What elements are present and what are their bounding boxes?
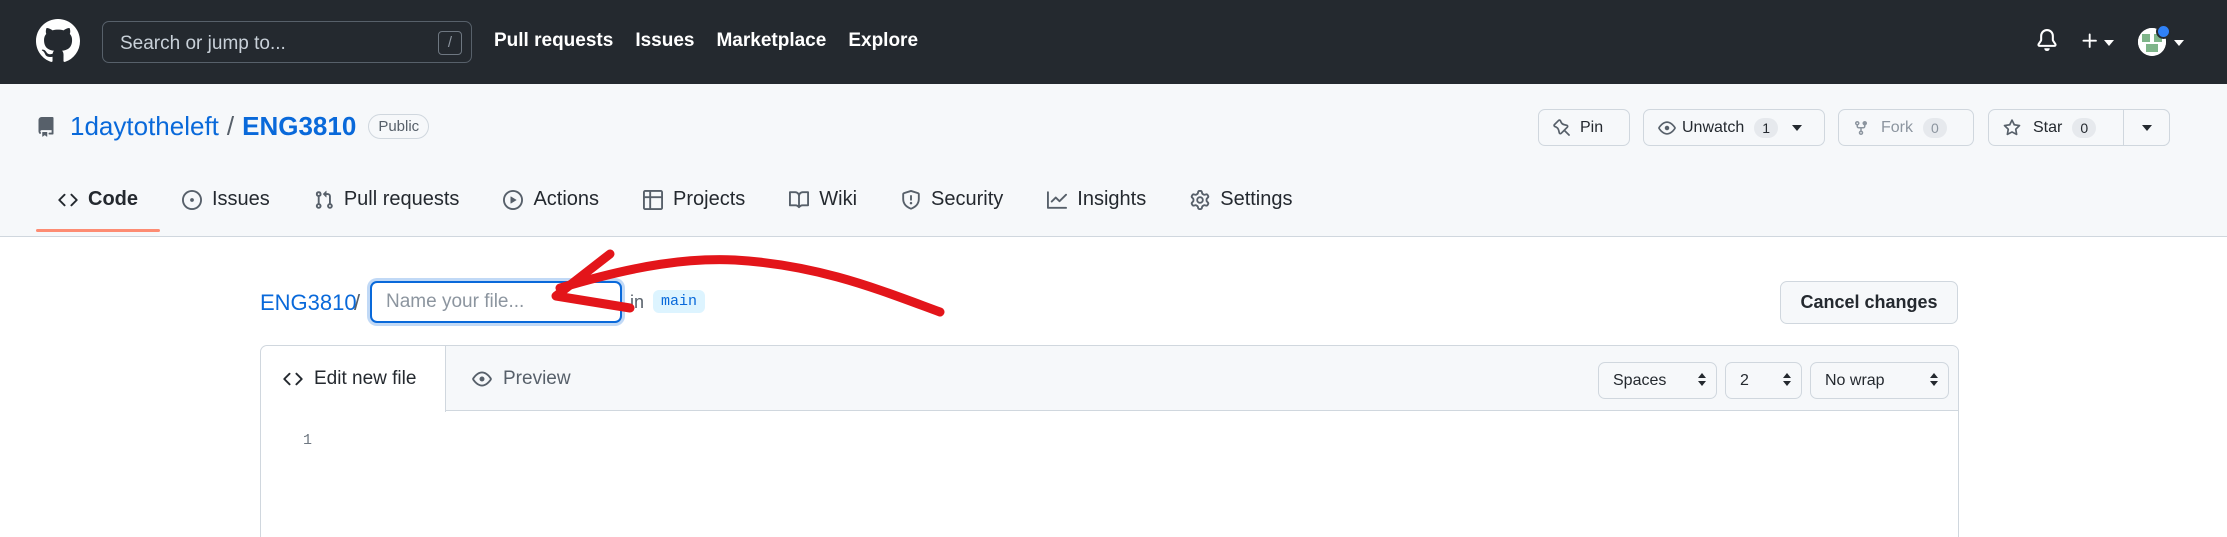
issue-icon [182,189,202,210]
user-menu-caret-icon[interactable] [2174,40,2184,46]
breadcrumb-separator: / [354,290,361,315]
tab-security-label: Security [931,188,1004,210]
tab-issues[interactable]: Issues [160,182,292,231]
watchers-count: 1 [1754,117,1779,138]
repo-tabs: Code Issues Pull requests Actions Projec… [36,182,1315,232]
tab-edit-new-file[interactable]: Edit new file [261,346,446,412]
editor-toolbar: Edit new file Preview Spaces 2 No wrap [261,346,1958,412]
nav-issues[interactable]: Issues [635,30,694,52]
nav-pull-requests[interactable]: Pull requests [494,30,613,52]
graph-icon [1047,190,1068,210]
star-list-caret-icon [2141,124,2152,131]
gear-icon [1190,189,1210,210]
search-shortcut-key: / [438,31,462,55]
play-icon [503,189,524,210]
tab-pull-requests[interactable]: Pull requests [292,182,482,231]
indent-mode-select[interactable]: Spaces [1598,362,1717,399]
nav-marketplace[interactable]: Marketplace [716,30,826,52]
filename-input[interactable] [370,281,622,323]
tab-preview-label: Preview [503,367,571,389]
wrap-mode-select[interactable]: No wrap [1810,362,1949,399]
line-number: 1 [303,432,313,449]
file-editor: Edit new file Preview Spaces 2 No wrap 1 [260,345,1959,537]
global-nav: Pull requests Issues Marketplace Explore [494,30,918,52]
repo-name-link[interactable]: ENG3810 [242,111,356,142]
tab-pull-requests-label: Pull requests [343,188,460,210]
breadcrumb-repo-link[interactable]: ENG3810 [260,290,357,316]
indent-size-value: 2 [1740,371,1749,389]
unwatch-label: Unwatch [1682,118,1745,136]
unwatch-button[interactable]: Unwatch 1 [1643,109,1825,146]
star-list-dropdown-button[interactable] [2123,109,2170,146]
star-label: Star [2033,118,2063,136]
tab-code[interactable]: Code [36,182,160,232]
select-arrows-icon [1930,373,1938,386]
bell-icon[interactable] [2036,28,2058,52]
search-input[interactable]: Search or jump to... / [102,21,472,63]
repository-header: 1daytotheleft / ENG3810 Public Pin Unwat… [0,84,2227,237]
tab-preview[interactable]: Preview [472,346,571,411]
pin-button[interactable]: Pin [1538,109,1630,146]
repo-title-separator: / [226,111,235,141]
table-icon [643,189,664,210]
tab-wiki[interactable]: Wiki [767,182,879,231]
repo-title: 1daytotheleft / ENG3810 Public [36,111,430,142]
tab-projects[interactable]: Projects [621,182,767,231]
nav-explore[interactable]: Explore [848,30,918,52]
fork-icon [1853,119,1869,137]
fork-label: Fork [1881,118,1913,136]
tab-settings[interactable]: Settings [1168,182,1314,231]
indent-mode-value: Spaces [1613,371,1667,389]
repo-icon [38,116,54,137]
select-arrows-icon [1698,373,1706,386]
eye-icon [472,369,492,389]
repo-owner-link[interactable]: 1daytotheleft [70,111,219,142]
eye-icon [1658,119,1676,137]
tab-code-label: Code [88,188,138,210]
code-icon [58,190,78,210]
stars-count: 0 [2072,117,2097,138]
branch-badge: main [653,290,706,313]
pin-icon [1553,118,1571,137]
tab-issues-label: Issues [212,188,270,210]
pull-request-icon [314,190,334,210]
tab-insights-label: Insights [1077,188,1147,210]
forks-count: 0 [1923,117,1947,138]
tab-insights[interactable]: Insights [1025,182,1168,231]
status-dot-icon [2156,24,2171,39]
tab-edit-label: Edit new file [314,368,417,389]
wrap-mode-value: No wrap [1825,371,1885,389]
tab-security[interactable]: Security [879,182,1025,231]
fork-button[interactable]: Fork 0 [1838,109,1974,146]
create-dropdown-caret-icon[interactable] [2104,40,2114,46]
github-logo-icon[interactable] [36,19,80,63]
tab-actions[interactable]: Actions [481,182,621,231]
unwatch-caret-icon[interactable] [1792,124,1803,131]
indent-size-select[interactable]: 2 [1725,362,1802,399]
tab-projects-label: Projects [673,188,746,210]
tab-settings-label: Settings [1220,188,1293,210]
tab-actions-label: Actions [533,188,600,210]
book-icon [789,190,810,210]
tab-wiki-label: Wiki [819,188,858,210]
pin-label: Pin [1580,118,1604,136]
in-branch-label: in [630,292,645,312]
search-placeholder: Search or jump to... [120,33,286,54]
star-icon [2003,118,2021,137]
cancel-changes-button[interactable]: Cancel changes [1780,281,1958,324]
global-header: Search or jump to... / Pull requests Iss… [0,0,2227,84]
plus-icon[interactable] [2080,31,2100,51]
visibility-badge: Public [368,114,430,139]
code-icon [283,369,303,389]
shield-icon [901,189,921,210]
select-arrows-icon [1783,373,1791,386]
